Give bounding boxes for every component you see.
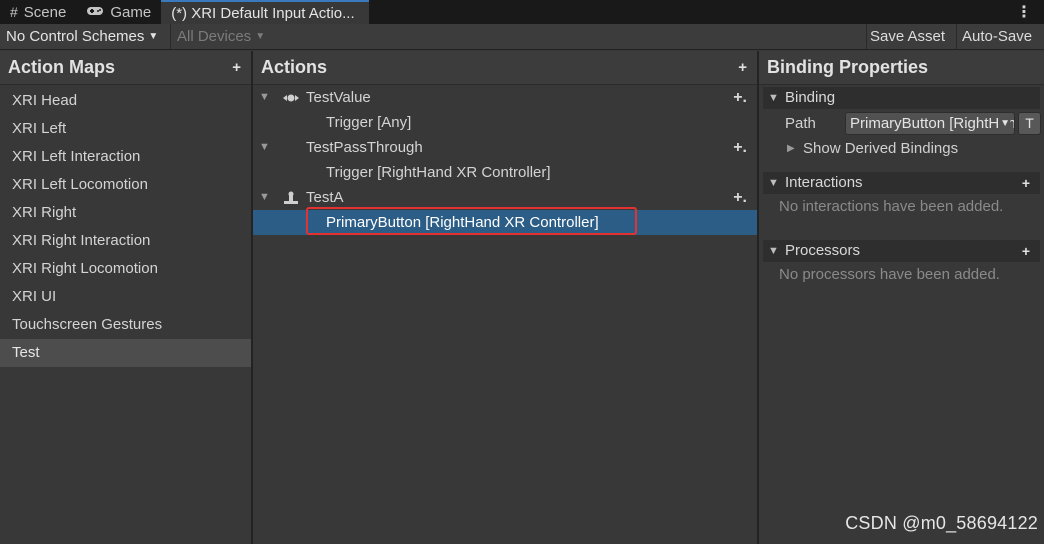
add-binding-icon[interactable]: +. <box>733 185 747 210</box>
binding-properties-header: Binding Properties <box>759 51 1044 85</box>
binding-row-selected[interactable]: PrimaryButton [RightHand XR Controller] <box>253 207 757 235</box>
fold-arrow-icon[interactable]: ▼ <box>768 87 779 109</box>
show-derived-label: Show Derived Bindings <box>803 140 959 157</box>
action-maps-list: XRI Head XRI Left XRI Left Interaction X… <box>0 85 251 367</box>
binding-properties-body: ▼ Binding Path PrimaryButton [RightHand … <box>759 85 1044 288</box>
binding-section-label: Binding <box>785 89 836 106</box>
highlight-annotation-box <box>306 207 637 235</box>
list-item-selected[interactable]: Test <box>0 339 251 367</box>
action-name: TestValue <box>306 89 371 106</box>
devices-dropdown: All Devices ▼ <box>171 24 271 49</box>
actions-title: Actions <box>261 57 328 77</box>
binding-row[interactable]: Trigger [RightHand XR Controller] <box>253 160 757 185</box>
binding-name: Trigger [RightHand XR Controller] <box>326 164 551 181</box>
add-action-icon[interactable]: + <box>738 59 747 76</box>
action-maps-header: Action Maps + <box>0 51 251 85</box>
list-item[interactable]: XRI Right <box>0 199 251 227</box>
list-item[interactable]: XRI Right Interaction <box>0 227 251 255</box>
tab-menu-icon[interactable]: ⋮ <box>1016 2 1032 22</box>
chevron-down-icon: ▼ <box>998 113 1010 134</box>
tab-scene-label: Scene <box>23 3 67 21</box>
list-item[interactable]: XRI Head <box>0 87 251 115</box>
tab-game-label: Game <box>110 3 152 21</box>
control-schemes-dropdown[interactable]: No Control Schemes ▼ <box>0 24 164 49</box>
path-row: Path PrimaryButton [RightHand XR Control… <box>759 112 1044 138</box>
gamepad-icon <box>86 4 104 20</box>
processors-section-header[interactable]: ▼ Processors + <box>763 240 1040 262</box>
value-action-icon <box>281 85 301 110</box>
interactions-section-label: Interactions <box>785 174 863 191</box>
path-value: PrimaryButton [RightHand XR Controller] <box>850 115 1014 132</box>
add-interaction-icon[interactable]: + <box>1022 172 1030 194</box>
path-dropdown[interactable]: PrimaryButton [RightHand XR Controller] … <box>845 112 1015 135</box>
action-row[interactable]: ▼ TestValue +. <box>253 85 757 110</box>
actions-header: Actions + <box>253 51 757 85</box>
fold-arrow-icon[interactable]: ▼ <box>259 85 270 110</box>
show-derived-bindings-foldout[interactable]: ▶ Show Derived Bindings <box>759 138 1044 160</box>
fold-arrow-icon[interactable]: ▼ <box>768 172 779 194</box>
list-item[interactable]: XRI UI <box>0 283 251 311</box>
chevron-down-icon: ▼ <box>148 31 159 42</box>
binding-row[interactable]: Trigger [Any] <box>253 110 757 135</box>
binding-section-header[interactable]: ▼ Binding <box>763 87 1040 109</box>
interactions-empty-message: No interactions have been added. <box>779 198 1004 215</box>
processors-empty-message: No processors have been added. <box>779 266 1000 283</box>
fold-arrow-icon[interactable]: ▼ <box>259 185 270 210</box>
list-item[interactable]: XRI Left Locomotion <box>0 171 251 199</box>
grid-icon: # <box>10 4 18 20</box>
tab-game[interactable]: Game <box>76 0 161 24</box>
add-action-map-icon[interactable]: + <box>232 59 241 76</box>
processors-section-label: Processors <box>785 242 861 259</box>
save-asset-button[interactable]: Save Asset <box>864 24 951 49</box>
binding-name: Trigger [Any] <box>326 114 412 131</box>
asset-toolbar: No Control Schemes ▼ All Devices ▼ Save … <box>0 24 1044 50</box>
watermark: CSDN @m0_58694122 <box>845 513 1038 533</box>
action-maps-title: Action Maps <box>8 57 116 77</box>
editor-tab-bar: # Scene Game (*) XRI Default Input Actio… <box>0 0 1044 24</box>
add-binding-icon[interactable]: +. <box>733 85 747 110</box>
control-schemes-label: No Control Schemes <box>6 28 145 45</box>
add-processor-icon[interactable]: + <box>1022 240 1030 262</box>
path-label: Path <box>785 115 816 132</box>
devices-label: All Devices <box>177 28 252 45</box>
actions-tree: ▼ TestValue +. Trigger [Any] ▼ TestPassT… <box>253 85 757 235</box>
action-name: TestPassThrough <box>306 139 423 156</box>
fold-arrow-icon[interactable]: ▶ <box>787 138 795 160</box>
button-action-icon <box>281 185 301 210</box>
list-item[interactable]: XRI Left <box>0 115 251 143</box>
actions-panel: Actions + ▼ TestValue +. Trigger [Any] ▼… <box>253 51 757 544</box>
tab-input-actions[interactable]: (*) XRI Default Input Actio... <box>161 0 369 24</box>
chevron-down-icon: ▼ <box>255 31 266 42</box>
list-item[interactable]: XRI Left Interaction <box>0 143 251 171</box>
fold-arrow-icon[interactable]: ▼ <box>259 135 270 160</box>
binding-properties-panel: Binding Properties ▼ Binding Path Primar… <box>759 51 1044 544</box>
action-maps-panel: Action Maps + XRI Head XRI Left XRI Left… <box>0 51 251 544</box>
binding-properties-title: Binding Properties <box>767 57 929 77</box>
auto-save-toggle[interactable]: Auto-Save <box>956 24 1038 49</box>
action-row[interactable]: ▼ TestPassThrough +. <box>253 135 757 160</box>
add-binding-icon[interactable]: +. <box>733 135 747 160</box>
text-mode-button[interactable]: T <box>1018 112 1041 135</box>
list-item[interactable]: Touchscreen Gestures <box>0 311 251 339</box>
interactions-section-header[interactable]: ▼ Interactions + <box>763 172 1040 194</box>
tab-scene[interactable]: # Scene <box>0 0 76 24</box>
fold-arrow-icon[interactable]: ▼ <box>768 240 779 262</box>
list-item[interactable]: XRI Right Locomotion <box>0 255 251 283</box>
tab-input-actions-label: (*) XRI Default Input Actio... <box>171 4 355 22</box>
